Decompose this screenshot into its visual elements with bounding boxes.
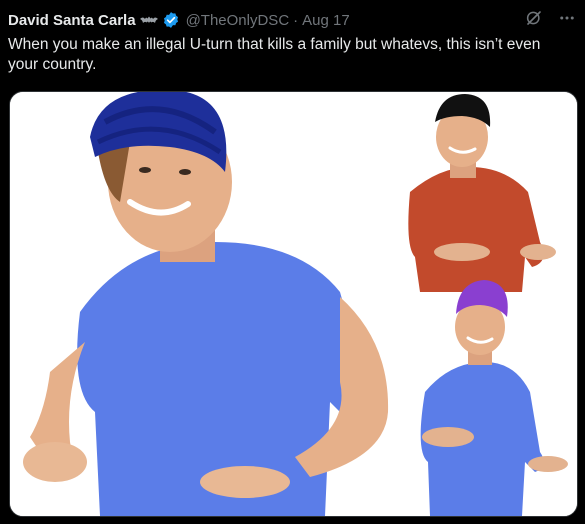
bat-icon <box>139 16 158 23</box>
header-actions <box>525 9 577 27</box>
tweet-text: When you make an illegal U-turn that kil… <box>8 36 541 73</box>
bottom-edge <box>0 517 585 524</box>
verified-badge-icon <box>163 12 178 28</box>
handle[interactable]: @TheOnlyDSC <box>186 12 290 29</box>
tweet-image[interactable] <box>9 91 578 517</box>
tweet-header: David Santa Carla @TheOnlyDSC · Aug 17 <box>8 9 577 31</box>
grok-icon[interactable] <box>525 9 543 27</box>
meme-image <box>10 92 577 516</box>
tweet: David Santa Carla @TheOnlyDSC · Aug 17 W… <box>0 0 585 524</box>
display-name[interactable]: David Santa Carla <box>8 12 136 29</box>
separator: · <box>293 11 299 29</box>
more-icon[interactable] <box>557 9 577 27</box>
timestamp[interactable]: Aug 17 <box>302 12 350 29</box>
